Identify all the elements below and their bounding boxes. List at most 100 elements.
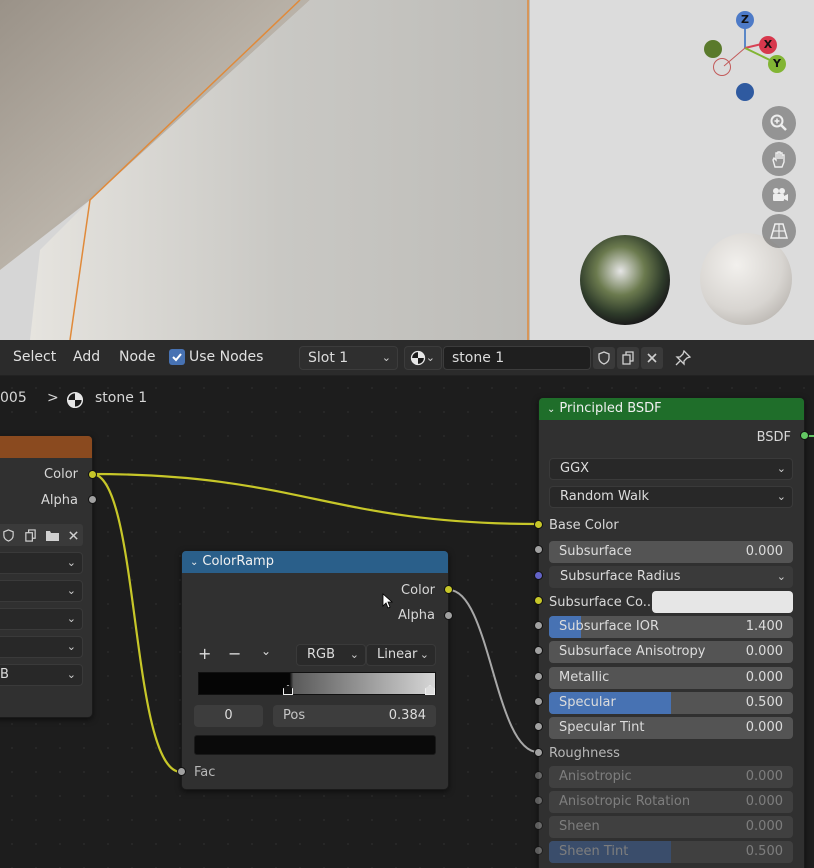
ramp-menu-chevron-icon[interactable]: ⌄ — [261, 644, 271, 658]
specular-tint-input-socket[interactable] — [534, 722, 543, 731]
material-name-field[interactable]: stone 1 — [443, 346, 591, 370]
sheen-tint-field[interactable]: Sheen Tint 0.500 — [549, 841, 793, 863]
stop-index-field[interactable]: 0 — [194, 705, 263, 727]
colorramp-output-color-label: Color — [401, 583, 435, 598]
subsurface-anisotropy-value: 0.000 — [745, 644, 783, 659]
sheen-tint-input-socket[interactable] — [534, 846, 543, 855]
distribution-dropdown[interactable]: GGX ⌄ — [549, 458, 793, 480]
stop-position-field[interactable]: Pos 0.384 — [273, 705, 436, 727]
anisotropic-rotation-field[interactable]: Anisotropic Rotation 0.000 — [549, 791, 793, 813]
gizmo-y-label: Y — [773, 57, 781, 70]
gizmo-z-axis[interactable]: Z — [736, 11, 754, 29]
use-nodes-checkbox[interactable] — [169, 349, 185, 365]
duplicate-icon[interactable] — [19, 524, 41, 546]
slot-dropdown[interactable]: Slot 1 ⌄ — [299, 346, 398, 370]
subsurface-ior-input-socket[interactable] — [534, 621, 543, 630]
gizmo-neg-x-axis[interactable] — [713, 58, 731, 76]
projection-dropdown[interactable]: ⌄ — [0, 580, 83, 602]
pin-icon[interactable] — [672, 347, 694, 369]
colorramp-color-output-socket[interactable] — [444, 585, 453, 594]
specular-tint-field[interactable]: Specular Tint 0.000 — [549, 717, 793, 739]
metallic-input-socket[interactable] — [534, 672, 543, 681]
use-nodes-label[interactable]: Use Nodes — [189, 349, 263, 365]
subsurface-anisotropy-input-socket[interactable] — [534, 646, 543, 655]
fake-user-shield-icon[interactable] — [593, 347, 615, 369]
distribution-value: GGX — [560, 461, 590, 476]
interpolation-dropdown[interactable]: ⌄ — [0, 552, 83, 574]
add-stop-button[interactable]: + — [198, 644, 211, 663]
duplicate-material-icon[interactable] — [617, 347, 639, 369]
anisotropic-input-socket[interactable] — [534, 771, 543, 780]
base-color-input-socket[interactable] — [534, 520, 543, 529]
colorramp-alpha-output-socket[interactable] — [444, 611, 453, 620]
stop-color-swatch[interactable] — [194, 735, 436, 755]
perspective-grid-icon[interactable] — [762, 214, 796, 248]
subsurface-method-dropdown[interactable]: Random Walk ⌄ — [549, 486, 793, 508]
subsurface-radius-input-socket[interactable] — [534, 571, 543, 580]
image-texture-node-header[interactable] — [0, 436, 92, 458]
node-editor-canvas[interactable]: 005 > stone 1 Color Alpha ⌄ ⌄ ⌄ ⌄ B ⌄ ⌄ Co… — [0, 376, 814, 868]
subsurface-ior-field[interactable]: Subsurface IOR 1.400 — [549, 616, 793, 638]
anisotropic-value: 0.000 — [745, 769, 783, 784]
sheen-input-socket[interactable] — [534, 821, 543, 830]
viewport-scene — [0, 0, 814, 340]
color-mode-dropdown[interactable]: RGB ⌄ — [296, 644, 366, 666]
source-dropdown[interactable]: ⌄ — [0, 636, 83, 658]
color-ramp-gradient[interactable] — [198, 672, 436, 695]
interpolation-value: Linear — [377, 647, 418, 662]
gizmo-x-axis[interactable]: X — [759, 36, 777, 54]
sheen-field[interactable]: Sheen 0.000 — [549, 816, 793, 838]
subsurface-radius-label: Subsurface Radius — [560, 569, 681, 584]
material-browse-button[interactable]: ⌄ — [404, 346, 442, 370]
gizmo-neg-z-axis[interactable] — [736, 83, 754, 101]
colorramp-fac-input-socket[interactable] — [177, 767, 186, 776]
principled-bsdf-node[interactable]: ⌄ Principled BSDF BSDF GGX ⌄ Random Walk ⌄ … — [538, 397, 805, 868]
close-icon[interactable] — [62, 524, 84, 546]
extension-dropdown[interactable]: ⌄ — [0, 608, 83, 630]
roughness-input-socket[interactable] — [534, 748, 543, 757]
image-texture-node[interactable]: Color Alpha ⌄ ⌄ ⌄ ⌄ B ⌄ — [0, 435, 93, 718]
image-alpha-output-socket[interactable] — [88, 495, 97, 504]
metallic-label: Metallic — [559, 670, 610, 685]
colorramp-node[interactable]: ⌄ ColorRamp Color Alpha + − ⌄ RGB ⌄ Linear… — [181, 550, 449, 790]
chevron-down-icon: ⌄ — [776, 462, 786, 475]
gizmo-y-axis[interactable]: Y — [768, 55, 786, 73]
subsurface-ior-label: Subsurface IOR — [559, 619, 660, 634]
image-color-output-socket[interactable] — [88, 470, 97, 479]
menu-add[interactable]: Add — [73, 349, 100, 365]
specular-field[interactable]: Specular 0.500 — [549, 692, 793, 714]
subsurface-anisotropy-field[interactable]: Subsurface Anisotropy 0.000 — [549, 641, 793, 663]
metallic-field[interactable]: Metallic 0.000 — [549, 667, 793, 689]
subsurface-radius-dropdown[interactable]: Subsurface Radius ⌄ — [549, 566, 793, 588]
3d-viewport[interactable]: Z X Y — [0, 0, 814, 340]
menu-select[interactable]: Select — [13, 349, 56, 365]
zoom-icon[interactable] — [762, 106, 796, 140]
camera-icon[interactable] — [762, 178, 796, 212]
collapse-chevron-icon[interactable]: ⌄ — [547, 404, 555, 415]
specular-input-socket[interactable] — [534, 697, 543, 706]
folder-icon[interactable] — [41, 524, 63, 546]
unlink-material-close-icon[interactable] — [641, 347, 663, 369]
specular-tint-label: Specular Tint — [559, 720, 645, 735]
subsurface-input-socket[interactable] — [534, 545, 543, 554]
collapse-chevron-icon[interactable]: ⌄ — [190, 557, 198, 568]
subsurface-color-swatch[interactable] — [652, 591, 793, 613]
material-name: stone 1 — [452, 350, 505, 366]
principled-bsdf-node-header[interactable]: ⌄ Principled BSDF — [539, 398, 804, 420]
menu-node[interactable]: Node — [119, 349, 156, 365]
subsurface-anisotropy-label: Subsurface Anisotropy — [559, 644, 706, 659]
pan-hand-icon[interactable] — [762, 142, 796, 176]
color-space-dropdown[interactable]: B ⌄ — [0, 664, 83, 686]
colorramp-node-header[interactable]: ⌄ ColorRamp — [182, 551, 448, 573]
anisotropic-label: Anisotropic — [559, 769, 632, 784]
gizmo-neg-y-axis[interactable] — [704, 40, 722, 58]
anisotropic-rotation-input-socket[interactable] — [534, 796, 543, 805]
subsurface-field[interactable]: Subsurface 0.000 — [549, 541, 793, 563]
shield-icon[interactable] — [0, 524, 19, 546]
anisotropic-field[interactable]: Anisotropic 0.000 — [549, 766, 793, 788]
subsurface-color-input-socket[interactable] — [534, 596, 543, 605]
remove-stop-button[interactable]: − — [228, 644, 241, 663]
specular-value: 0.500 — [745, 695, 783, 710]
interpolation-dropdown[interactable]: Linear ⌄ — [366, 644, 436, 666]
bsdf-output-socket[interactable] — [800, 431, 809, 440]
